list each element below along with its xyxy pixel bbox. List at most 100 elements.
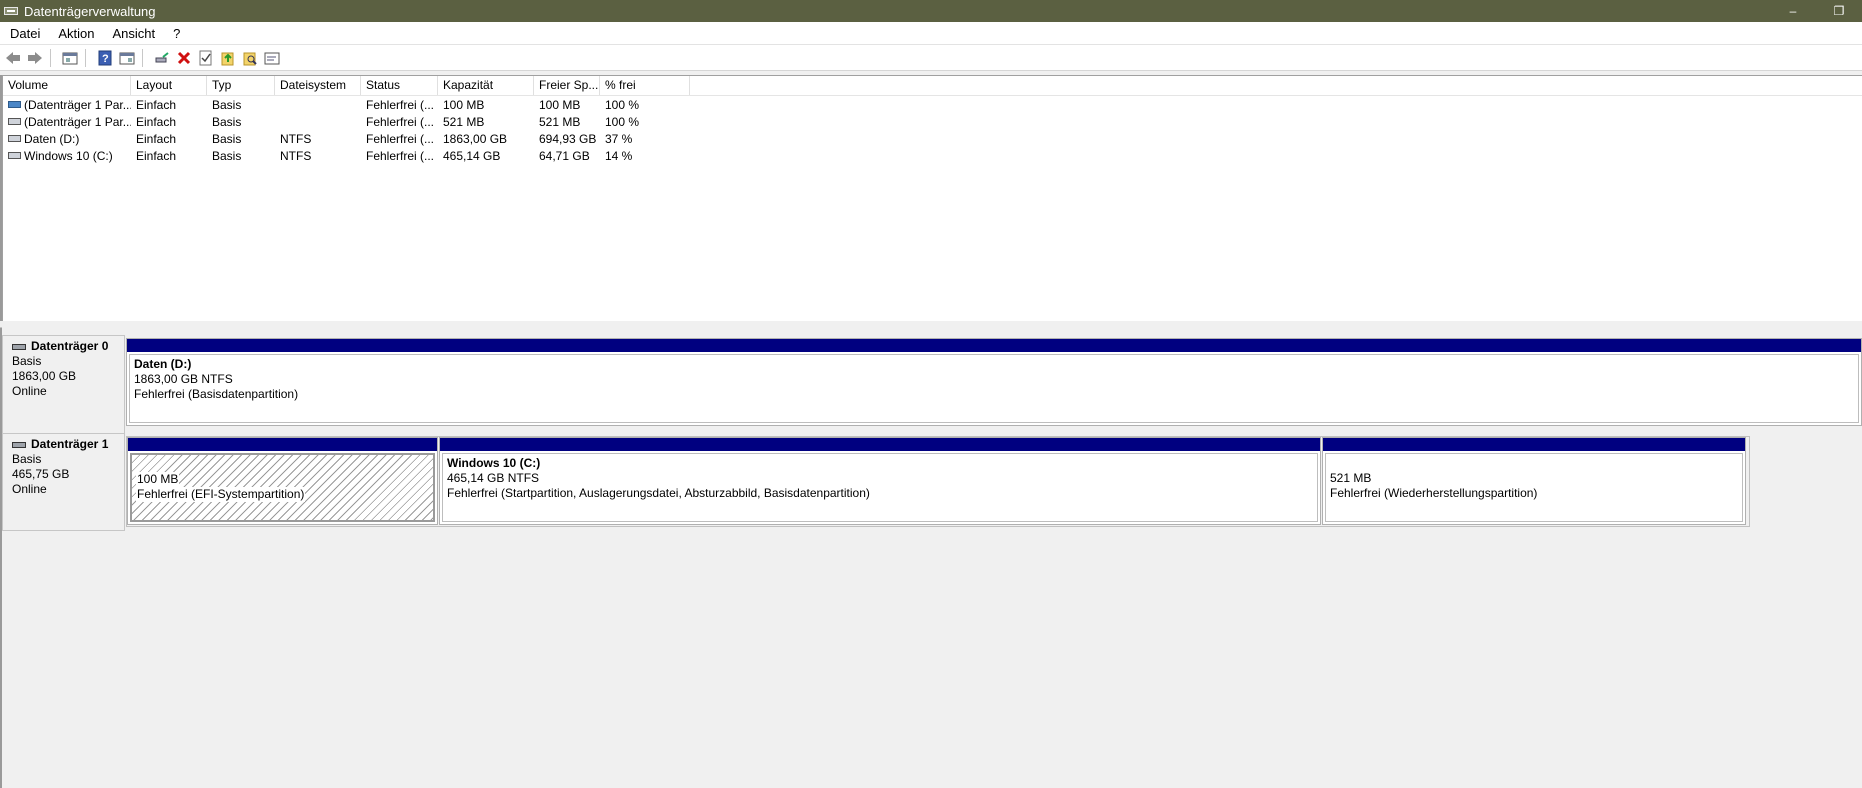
partition-windows-c[interactable]: Windows 10 (C:) 465,14 GB NTFS Fehlerfre… bbox=[439, 437, 1321, 525]
disk-size: 465,75 GB bbox=[12, 467, 70, 481]
partition-size: 100 MB bbox=[136, 472, 180, 487]
cell-prozent: 100 % bbox=[605, 98, 640, 112]
cell-kapazitaet: 465,14 GB bbox=[443, 149, 501, 163]
title-bar: Datenträgerverwaltung – ❐ bbox=[0, 0, 1862, 22]
partition-size: 521 MB bbox=[1330, 471, 1372, 485]
volume-icon bbox=[8, 101, 21, 109]
volume-list[interactable]: Volume Layout Typ Dateisystem Status Kap… bbox=[2, 75, 1862, 322]
cell-volume: (Datenträger 1 Par... bbox=[3, 114, 131, 131]
partition-header-bar bbox=[440, 438, 1320, 451]
cell-frei: 521 MB bbox=[539, 115, 581, 129]
disk-graphical-view: Datenträger 0 Basis 1863,00 GB Online Da… bbox=[2, 327, 1862, 788]
partition-recovery[interactable]: 521 MB Fehlerfrei (Wiederherstellungspar… bbox=[1322, 437, 1746, 525]
disk-icon bbox=[12, 343, 26, 350]
disk-0-label[interactable]: Datenträger 0 Basis 1863,00 GB Online bbox=[2, 335, 125, 434]
disk-icon bbox=[12, 441, 26, 448]
partition-size: 1863,00 GB NTFS bbox=[134, 372, 233, 386]
volume-icon bbox=[8, 118, 21, 126]
console-icon[interactable] bbox=[118, 49, 136, 67]
cell-dateisystem: NTFS bbox=[280, 149, 312, 163]
partition-name bbox=[1330, 456, 1742, 471]
menu-ansicht[interactable]: Ansicht bbox=[103, 26, 164, 41]
cell-dateisystem: NTFS bbox=[280, 132, 312, 146]
cell-volume: Daten (D:) bbox=[3, 131, 131, 148]
partition-daten-d[interactable]: Daten (D:) 1863,00 GB NTFS Fehlerfrei (B… bbox=[126, 338, 1862, 426]
partition-name: Windows 10 (C:) bbox=[447, 456, 541, 470]
cell-typ: Basis bbox=[212, 149, 242, 163]
cell-status: Fehlerfrei (... bbox=[366, 115, 435, 129]
col-volume[interactable]: Volume bbox=[3, 76, 131, 95]
partition-size: 465,14 GB NTFS bbox=[447, 471, 540, 485]
disk-state: Online bbox=[12, 482, 47, 496]
properties-icon[interactable] bbox=[263, 49, 281, 67]
disk-type: Basis bbox=[12, 354, 42, 368]
back-arrow-icon[interactable] bbox=[4, 49, 22, 67]
cell-layout: Einfach bbox=[136, 115, 177, 129]
partition-name: Daten (D:) bbox=[134, 357, 192, 371]
col-prozent-frei[interactable]: % frei bbox=[600, 76, 690, 95]
partition-header-bar bbox=[128, 438, 437, 451]
restore-button[interactable]: ❐ bbox=[1816, 0, 1862, 22]
partition-efi[interactable]: 100 MB Fehlerfrei (EFI-Systempartition) bbox=[127, 437, 438, 525]
col-kapazitaet[interactable]: Kapazität bbox=[438, 76, 534, 95]
disk-size: 1863,00 GB bbox=[12, 369, 77, 383]
menu-help[interactable]: ? bbox=[163, 26, 188, 41]
cell-status: Fehlerfrei (... bbox=[366, 132, 435, 146]
folder-search-icon[interactable] bbox=[241, 49, 259, 67]
cell-volume: (Datenträger 1 Par... bbox=[3, 97, 131, 114]
menu-datei[interactable]: Datei bbox=[0, 26, 48, 41]
check-icon[interactable] bbox=[197, 49, 215, 67]
partition-body: Windows 10 (C:) 465,14 GB NTFS Fehlerfre… bbox=[442, 453, 1318, 522]
cell-typ: Basis bbox=[212, 115, 242, 129]
cell-frei: 64,71 GB bbox=[539, 149, 590, 163]
help-icon[interactable]: ? bbox=[96, 49, 114, 67]
cell-layout: Einfach bbox=[136, 149, 177, 163]
cell-kapazitaet: 521 MB bbox=[443, 115, 485, 129]
partition-body: 521 MB Fehlerfrei (Wiederherstellungspar… bbox=[1325, 453, 1743, 522]
folder-up-icon[interactable] bbox=[219, 49, 237, 67]
partition-status: Fehlerfrei (Startpartition, Auslagerungs… bbox=[447, 486, 870, 500]
table-row[interactable]: (Datenträger 1 Par... Einfach Basis Fehl… bbox=[3, 114, 1862, 131]
cell-typ: Basis bbox=[212, 132, 242, 146]
volume-icon bbox=[8, 152, 21, 160]
menu-aktion[interactable]: Aktion bbox=[48, 26, 102, 41]
table-row[interactable]: Windows 10 (C:) Einfach Basis NTFS Fehle… bbox=[3, 148, 1862, 165]
partition-body: Daten (D:) 1863,00 GB NTFS Fehlerfrei (B… bbox=[129, 354, 1859, 423]
disk-type: Basis bbox=[12, 452, 42, 466]
disk-name: Datenträger 0 bbox=[31, 339, 109, 353]
disk-1-label[interactable]: Datenträger 1 Basis 465,75 GB Online bbox=[2, 433, 125, 531]
partition-status: Fehlerfrei (EFI-Systempartition) bbox=[136, 487, 306, 502]
col-freier-speicher[interactable]: Freier Sp... bbox=[534, 76, 600, 95]
disk-name: Datenträger 1 bbox=[31, 437, 109, 451]
volume-icon bbox=[8, 135, 21, 143]
forward-arrow-icon[interactable] bbox=[26, 49, 44, 67]
menu-bar: Datei Aktion Ansicht ? bbox=[0, 22, 1862, 45]
svg-text:?: ? bbox=[102, 53, 109, 65]
connect-icon[interactable] bbox=[153, 49, 171, 67]
col-layout[interactable]: Layout bbox=[131, 76, 207, 95]
col-dateisystem[interactable]: Dateisystem bbox=[275, 76, 361, 95]
col-typ[interactable]: Typ bbox=[207, 76, 275, 95]
toolbar-separator bbox=[50, 48, 51, 67]
cell-status: Fehlerfrei (... bbox=[366, 98, 435, 112]
cell-volume: Windows 10 (C:) bbox=[3, 148, 131, 165]
cell-prozent: 14 % bbox=[605, 149, 633, 163]
cell-frei: 694,93 GB bbox=[539, 132, 597, 146]
column-headers: Volume Layout Typ Dateisystem Status Kap… bbox=[3, 76, 1862, 96]
cell-kapazitaet: 1863,00 GB bbox=[443, 132, 508, 146]
partition-status: Fehlerfrei (Basisdatenpartition) bbox=[134, 387, 299, 401]
cell-layout: Einfach bbox=[136, 98, 177, 112]
table-row[interactable]: (Datenträger 1 Par... Einfach Basis Fehl… bbox=[3, 97, 1862, 114]
cell-prozent: 100 % bbox=[605, 115, 640, 129]
cell-layout: Einfach bbox=[136, 132, 177, 146]
delete-icon[interactable] bbox=[175, 49, 193, 67]
partition-status: Fehlerfrei (Wiederherstellungspartition) bbox=[1330, 486, 1538, 500]
table-row[interactable]: Daten (D:) Einfach Basis NTFS Fehlerfrei… bbox=[3, 131, 1862, 148]
col-status[interactable]: Status bbox=[361, 76, 438, 95]
disk-view-icon[interactable] bbox=[61, 49, 79, 67]
toolbar-separator bbox=[85, 48, 86, 67]
minimize-button[interactable]: – bbox=[1770, 0, 1816, 22]
partition-header-bar bbox=[127, 339, 1861, 352]
partition-body: 100 MB Fehlerfrei (EFI-Systempartition) bbox=[130, 453, 435, 522]
toolbar-separator bbox=[142, 48, 143, 67]
